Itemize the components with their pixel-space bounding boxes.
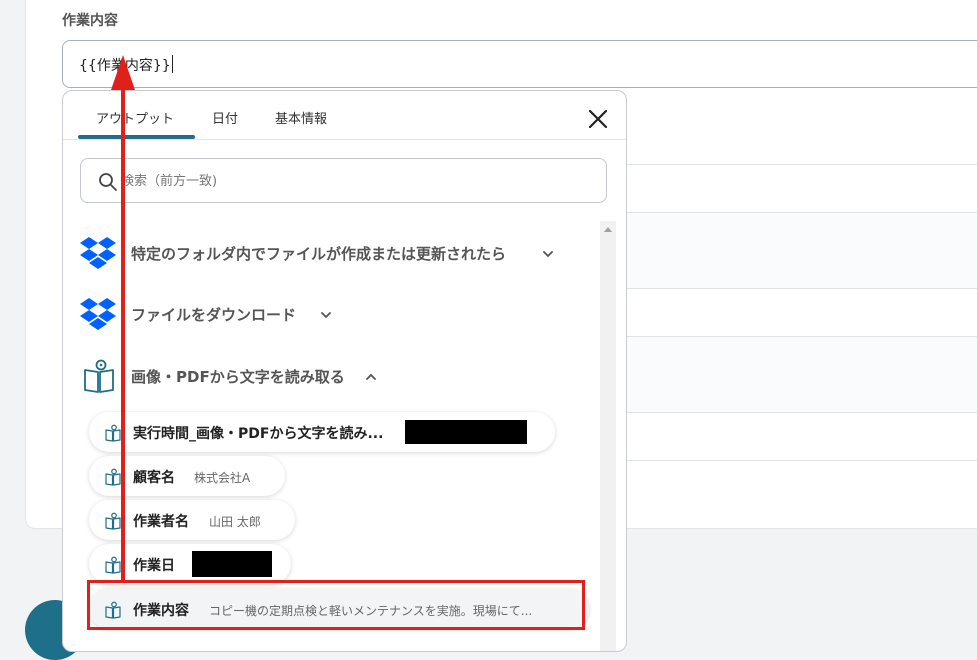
close-icon: [588, 109, 608, 129]
redacted-value: [405, 420, 527, 444]
section-ocr[interactable]: 画像・PDFから文字を読み取る: [79, 356, 399, 396]
row-divider: [625, 164, 977, 165]
active-tab-indicator: [78, 135, 195, 139]
section-folder-trigger[interactable]: 特定のフォルダ内でファイルが作成または更新されたら: [79, 233, 559, 273]
section-title: 特定のフォルダ内でファイルが作成または更新されたら: [131, 245, 507, 263]
tab-date[interactable]: 日付: [212, 108, 238, 127]
input-value: {{作業内容}}: [79, 58, 171, 74]
redacted-value: [192, 551, 272, 577]
item-label: 実行時間_画像・PDFから文字を読み...: [133, 426, 384, 442]
item-value: 株式会社A: [194, 471, 251, 485]
ocr-book-icon: [105, 512, 121, 530]
row-background: [625, 212, 977, 288]
item-label: 作業日: [133, 558, 175, 574]
scrollbar[interactable]: [600, 221, 616, 651]
output-item-worker[interactable]: 作業者名 山田 太郎: [89, 500, 295, 540]
field-label: 作業内容: [62, 13, 118, 29]
row-divider: [625, 460, 977, 461]
section-file-download[interactable]: ファイルをダウンロード: [79, 294, 359, 334]
item-label: 顧客名: [133, 470, 175, 486]
item-label: 作業者名: [133, 514, 189, 530]
search-input[interactable]: [121, 170, 591, 192]
scroll-up-arrow[interactable]: [604, 227, 612, 232]
ocr-book-icon: [105, 424, 121, 442]
ocr-book-icon: [84, 359, 114, 393]
search-box: [80, 158, 607, 203]
chevron-down-icon: [321, 312, 331, 319]
tab-bar: アウトプット 日付 基本情報: [63, 91, 626, 140]
ocr-book-icon: [105, 556, 121, 574]
section-title: 画像・PDFから文字を読み取る: [131, 368, 345, 386]
chevron-up-icon: [366, 373, 376, 380]
output-item-exec-time[interactable]: 実行時間_画像・PDFから文字を読み...: [89, 412, 555, 452]
text-caret: [171, 55, 173, 73]
close-button[interactable]: [584, 105, 612, 133]
work-content-input[interactable]: {{作業内容}}: [62, 40, 977, 88]
ocr-book-icon: [105, 468, 121, 486]
dropbox-icon: [80, 298, 116, 330]
output-item-customer[interactable]: 顧客名 株式会社A: [89, 456, 285, 496]
row-background: [625, 336, 977, 412]
output-picker-popup: アウトプット 日付 基本情報 特定のフォルダ内でファイルが作成または更新されたら: [62, 90, 627, 652]
section-title: ファイルをダウンロード: [131, 306, 297, 324]
item-value: 山田 太郎: [209, 515, 261, 529]
dropbox-icon: [80, 237, 116, 269]
annotation-highlight-box: [87, 580, 585, 630]
tab-basic-info[interactable]: 基本情報: [275, 108, 327, 127]
row-divider: [625, 412, 977, 413]
row-divider: [625, 336, 977, 337]
output-item-work-date[interactable]: 作業日: [89, 544, 291, 584]
chevron-down-icon: [543, 251, 553, 258]
row-divider: [625, 288, 977, 289]
search-icon: [99, 173, 117, 191]
row-divider: [625, 212, 977, 213]
tab-output[interactable]: アウトプット: [96, 108, 174, 127]
